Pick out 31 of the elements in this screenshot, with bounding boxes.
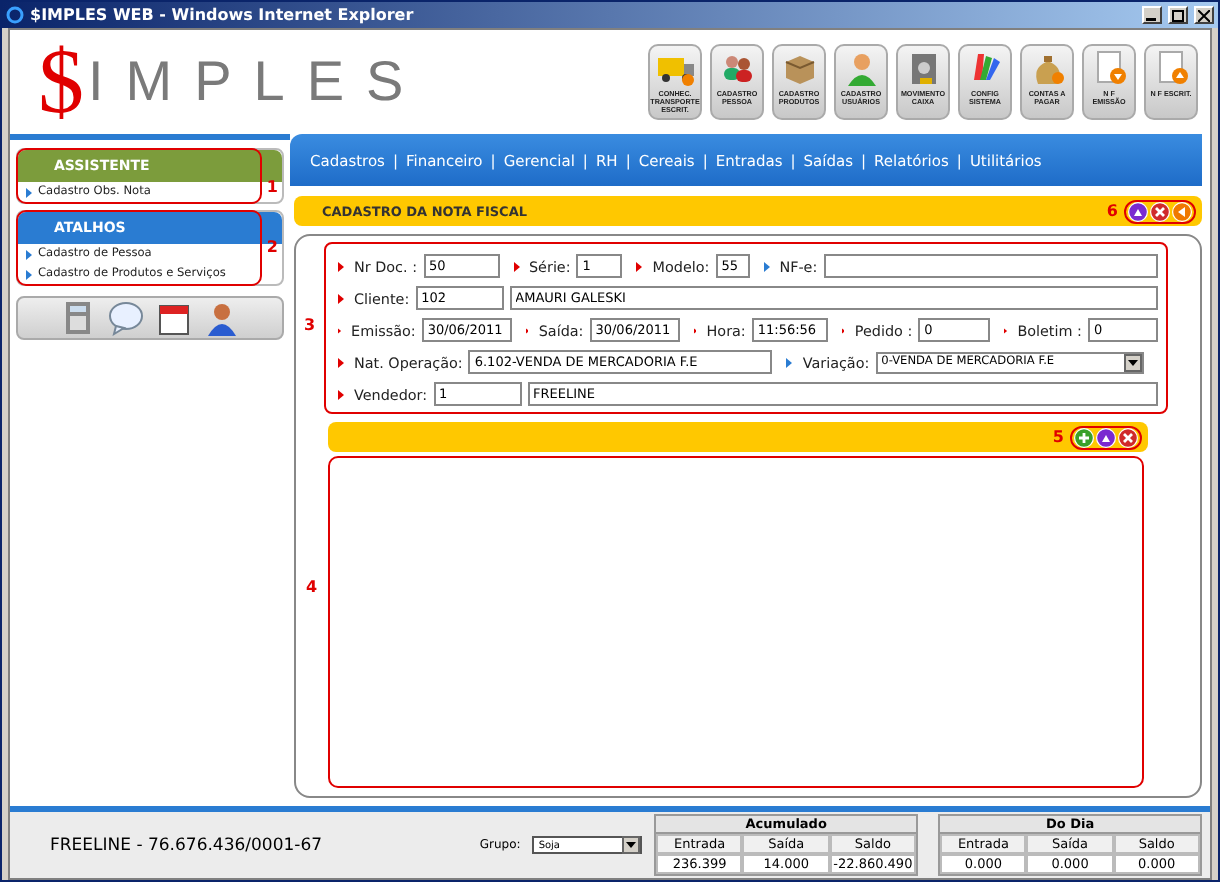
bullet-icon bbox=[26, 269, 32, 279]
person-icon[interactable] bbox=[204, 300, 240, 336]
input-field[interactable] bbox=[823, 254, 1158, 278]
dropdown-icon bbox=[1127, 359, 1138, 365]
close-icon[interactable] bbox=[1118, 427, 1138, 447]
minimize-button[interactable] bbox=[1142, 6, 1162, 24]
speech-bubble-icon[interactable] bbox=[108, 300, 144, 336]
annotation-number: 1 bbox=[266, 178, 278, 196]
window-title: $IMPLES WEB - Windows Internet Explorer bbox=[30, 6, 416, 24]
logo-text: IMPLES bbox=[88, 50, 426, 114]
annotation-number: 3 bbox=[304, 316, 316, 334]
company-info: FREELINE - 76.676.436/0001-67 bbox=[50, 835, 325, 855]
annotation-number: 5 bbox=[1052, 428, 1064, 446]
add-icon[interactable] bbox=[1074, 427, 1094, 447]
annotation-number: 6 bbox=[1106, 202, 1118, 220]
dropdown-icon bbox=[626, 842, 637, 848]
close-icon[interactable] bbox=[1150, 201, 1170, 221]
up-icon[interactable] bbox=[1096, 427, 1116, 447]
close-icon bbox=[1198, 9, 1210, 21]
up-icon[interactable] bbox=[1128, 201, 1148, 221]
maximize-icon bbox=[1172, 9, 1184, 21]
bullet-icon bbox=[26, 187, 32, 197]
maximize-button[interactable] bbox=[1168, 6, 1188, 24]
calendar-icon[interactable] bbox=[156, 300, 192, 336]
calculator-icon[interactable] bbox=[60, 300, 96, 336]
close-button[interactable] bbox=[1194, 6, 1214, 24]
back-icon[interactable] bbox=[1172, 201, 1192, 221]
bullet-icon bbox=[26, 249, 32, 259]
browser-icon bbox=[6, 6, 24, 24]
annotation-number: 4 bbox=[306, 578, 318, 596]
logo-mark: $ bbox=[38, 36, 84, 128]
